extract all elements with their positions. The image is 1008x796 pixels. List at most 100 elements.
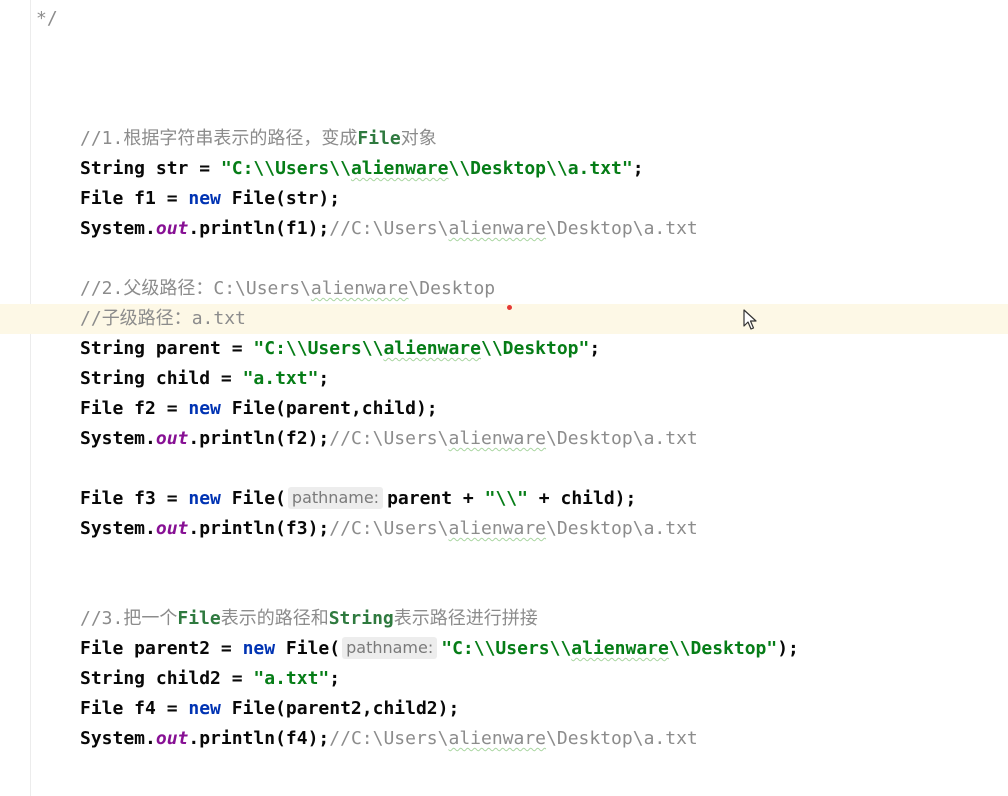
code-token: alienware [571,638,669,659]
code-token: \Desktop\a.txt [546,218,698,239]
code-token: String child2 = [80,668,254,689]
code-token: "C:\\Users\\ [253,338,384,359]
code-token: File [177,608,221,629]
code-token: String [328,608,394,629]
code-token: File f1 = [80,188,189,209]
code-line[interactable]: File f4 = new File(parent2,child2); [0,694,1008,724]
code-token: .println(f2); [188,428,330,449]
code-token: .println(f3); [188,518,330,539]
code-token: + child); [527,488,637,509]
code-token: out [155,428,189,449]
code-token: \Desktop [408,278,496,299]
code-line[interactable]: //1.根据字符串表示的路径，变成File对象 [0,124,1008,154]
code-token: File( [275,638,341,659]
code-token: File [357,128,401,149]
arrow-cursor-icon [743,309,757,330]
code-token: File f4 = [80,698,189,719]
code-token: //C:\Users\ [329,728,449,749]
code-line[interactable]: System.out.println(f2);//C:\Users\alienw… [0,424,1008,454]
code-token: File(str); [220,188,341,209]
caret-marker [507,305,512,310]
code-token: alienware [448,518,547,539]
code-token: \Desktop\a.txt [546,728,698,749]
current-line[interactable]: //子级路径：a.txt [0,304,1008,334]
parameter-hint: pathname: [287,487,384,509]
code-token: \\Desktop\\a.txt" [448,158,633,179]
code-token: ; [329,668,341,689]
code-token: 父级路径： [123,278,214,299]
code-token: out [155,218,189,239]
parameter-hint: pathname: [342,637,438,659]
code-token: ); [777,638,799,659]
code-token: C:\Users\ [213,278,311,299]
code-token: new [188,398,221,419]
code-token: File f3 = [80,488,189,509]
code-token: .println(f4); [188,728,330,749]
code-line[interactable]: //2.父级路径：C:\Users\alienware\Desktop [0,274,1008,304]
code-token: 对象 [400,128,437,149]
code-line[interactable]: File parent2 = new File(pathname: "C:\\Us… [0,634,1008,664]
code-token: alienware [448,218,547,239]
code-token: alienware [448,428,547,449]
code-token: "C:\\Users\\ [220,158,351,179]
code-token: //C:\Users\ [329,428,449,449]
code-token: alienware [350,158,449,179]
code-token: 根据字符串表示的路径，变成 [123,128,358,149]
code-line[interactable]: String str = "C:\\Users\\alienware\\Desk… [0,154,1008,184]
code-token: parent + [387,488,485,509]
code-line[interactable]: */ [0,4,1008,34]
code-token: File parent2 = [80,638,243,659]
code-token: //C:\Users\ [329,518,449,539]
code-token: File( [220,488,286,509]
code-token: File(parent2,child2); [220,698,460,719]
code-token: File f2 = [80,398,189,419]
code-token: 表示的路径和 [220,608,329,629]
code-token: \Desktop\a.txt [546,428,698,449]
code-token: System. [80,728,156,749]
code-line[interactable]: String child2 = "a.txt"; [0,664,1008,694]
code-editor[interactable]: *///1.根据字符串表示的路径，变成File对象 String str = "C… [0,0,1008,796]
code-line[interactable]: System.out.println(f4);//C:\Users\alienw… [0,724,1008,754]
code-token: new [188,488,221,509]
code-token: System. [80,518,156,539]
code-token: File(parent,child); [220,398,438,419]
code-token: 把一个 [123,608,178,629]
code-token: //3. [80,608,124,629]
code-token: \Desktop\a.txt [546,518,698,539]
code-token: alienware [383,338,481,359]
code-line[interactable]: File f1 = new File(str); [0,184,1008,214]
code-token: String child = [80,368,243,389]
code-token: out [155,518,189,539]
code-token: ; [318,368,330,389]
code-token: alienware [448,728,547,749]
code-token: ; [632,158,644,179]
code-token: out [155,728,189,749]
code-token: "a.txt" [242,368,319,389]
code-token: 子级路径： [101,308,192,329]
code-token: new [242,638,276,659]
code-token: //C:\Users\ [329,218,449,239]
code-token: "\\" [484,488,528,509]
code-line[interactable]: //3.把一个File表示的路径和String表示路径进行拼接 [0,604,1008,634]
code-token: alienware [310,278,409,299]
code-token: 表示路径进行拼接 [393,608,538,629]
code-line[interactable]: System.out.println(f1);//C:\Users\alienw… [0,214,1008,244]
code-token: \\Desktop" [668,638,778,659]
code-token: new [188,698,221,719]
code-token: String str = [80,158,221,179]
code-line[interactable]: String parent = "C:\\Users\\alienware\\D… [0,334,1008,364]
code-token: */ [36,8,58,29]
code-token: "C:\\Users\\ [441,638,572,659]
code-token: a.txt [191,308,246,329]
code-line[interactable]: File f3 = new File(pathname: parent + "\\… [0,484,1008,514]
code-line[interactable]: String child = "a.txt"; [0,364,1008,394]
code-token: String parent = [80,338,254,359]
code-token: System. [80,218,156,239]
code-line[interactable]: System.out.println(f3);//C:\Users\alienw… [0,514,1008,544]
code-token: .println(f1); [188,218,330,239]
code-token: System. [80,428,156,449]
code-token: // [80,308,102,329]
code-token: ; [589,338,601,359]
code-token: new [188,188,221,209]
code-line[interactable]: File f2 = new File(parent,child); [0,394,1008,424]
